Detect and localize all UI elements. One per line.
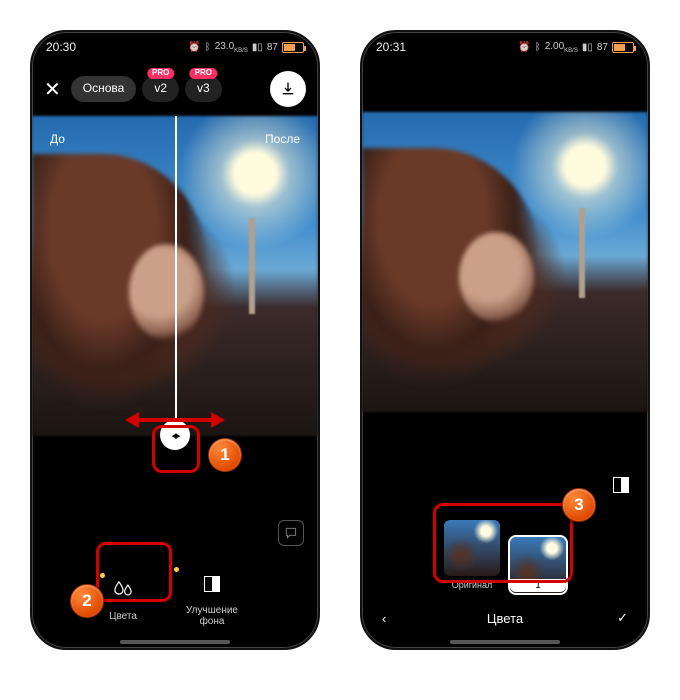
status-time: 20:30 <box>46 40 76 54</box>
battery-icon <box>282 42 304 53</box>
half-square-icon <box>613 477 629 493</box>
variant-label: Оригинал <box>444 580 500 592</box>
battery-pct: 87 <box>597 42 608 53</box>
status-bar: 20:31 ⏰ ᛒ 2.00KB/S ▮▯ 87 <box>362 32 648 62</box>
phone-screenshot-left: 20:30 ⏰ ᛒ 23.0KB/S ▮▯ 87 ✕ Основа PRO v2… <box>30 30 320 650</box>
tool-colors[interactable]: Цвета <box>108 575 138 622</box>
net-speed: 23.0KB/S <box>215 41 248 54</box>
variant-label: 1 <box>510 579 566 592</box>
tool-label: Цвета <box>109 611 137 622</box>
mode-v3-pill[interactable]: PRO v3 <box>185 76 222 101</box>
tool-label: Улучшение фона <box>182 605 242 627</box>
annotation-badge-3: 3 <box>562 488 596 522</box>
compare-toggle-button[interactable] <box>608 472 634 498</box>
signal-icon: ▮▯ <box>252 42 263 53</box>
alarm-icon: ⏰ <box>188 42 200 53</box>
pro-badge: PRO <box>190 68 217 79</box>
net-speed: 2.00KB/S <box>545 41 578 54</box>
compare-slider-handle[interactable] <box>160 420 190 450</box>
photo-canvas[interactable] <box>362 112 648 412</box>
variant-thumb <box>444 520 500 576</box>
signal-icon: ▮▯ <box>582 42 593 53</box>
alarm-icon: ⏰ <box>518 42 530 53</box>
download-icon <box>280 81 296 97</box>
phone-screenshot-right: 20:31 ⏰ ᛒ 2.00KB/S ▮▯ 87 Оригинал 1 ‹ Цв… <box>360 30 650 650</box>
before-label: До <box>40 128 75 150</box>
droplets-icon <box>108 575 138 605</box>
footer-title: Цвета <box>362 611 648 626</box>
annotation-badge-1: 1 <box>208 438 242 472</box>
compare-canvas[interactable]: До После <box>32 116 318 436</box>
bluetooth-icon: ᛒ <box>205 42 211 53</box>
tool-background-enhance[interactable]: Улучшение фона <box>182 569 242 627</box>
top-bar: ✕ Основа PRO v2 PRO v3 <box>32 62 318 116</box>
home-indicator <box>450 640 560 644</box>
color-variants-row: Оригинал 1 <box>362 520 648 592</box>
variant-original[interactable]: Оригинал <box>444 520 500 592</box>
after-label: После <box>255 128 310 150</box>
download-button[interactable] <box>270 71 306 107</box>
status-time: 20:31 <box>376 40 406 54</box>
battery-pct: 87 <box>267 42 278 53</box>
variant-1[interactable]: 1 <box>510 537 566 592</box>
battery-icon <box>612 42 634 53</box>
speech-bubble-icon <box>284 526 298 540</box>
annotation-badge-2: 2 <box>70 584 104 618</box>
mode-main-pill[interactable]: Основа <box>71 76 137 101</box>
compare-divider <box>175 116 177 436</box>
footer-bar: ‹ Цвета ✓ <box>362 598 648 638</box>
half-square-icon <box>197 569 227 599</box>
home-indicator <box>120 640 230 644</box>
pro-badge: PRO <box>147 68 174 79</box>
mode-v2-pill[interactable]: PRO v2 <box>142 76 179 101</box>
close-icon[interactable]: ✕ <box>44 77 61 102</box>
feedback-button[interactable] <box>278 520 304 546</box>
bluetooth-icon: ᛒ <box>535 42 541 53</box>
status-bar: 20:30 ⏰ ᛒ 23.0KB/S ▮▯ 87 <box>32 32 318 62</box>
new-dot-icon <box>100 573 105 578</box>
new-dot-icon <box>174 567 179 572</box>
